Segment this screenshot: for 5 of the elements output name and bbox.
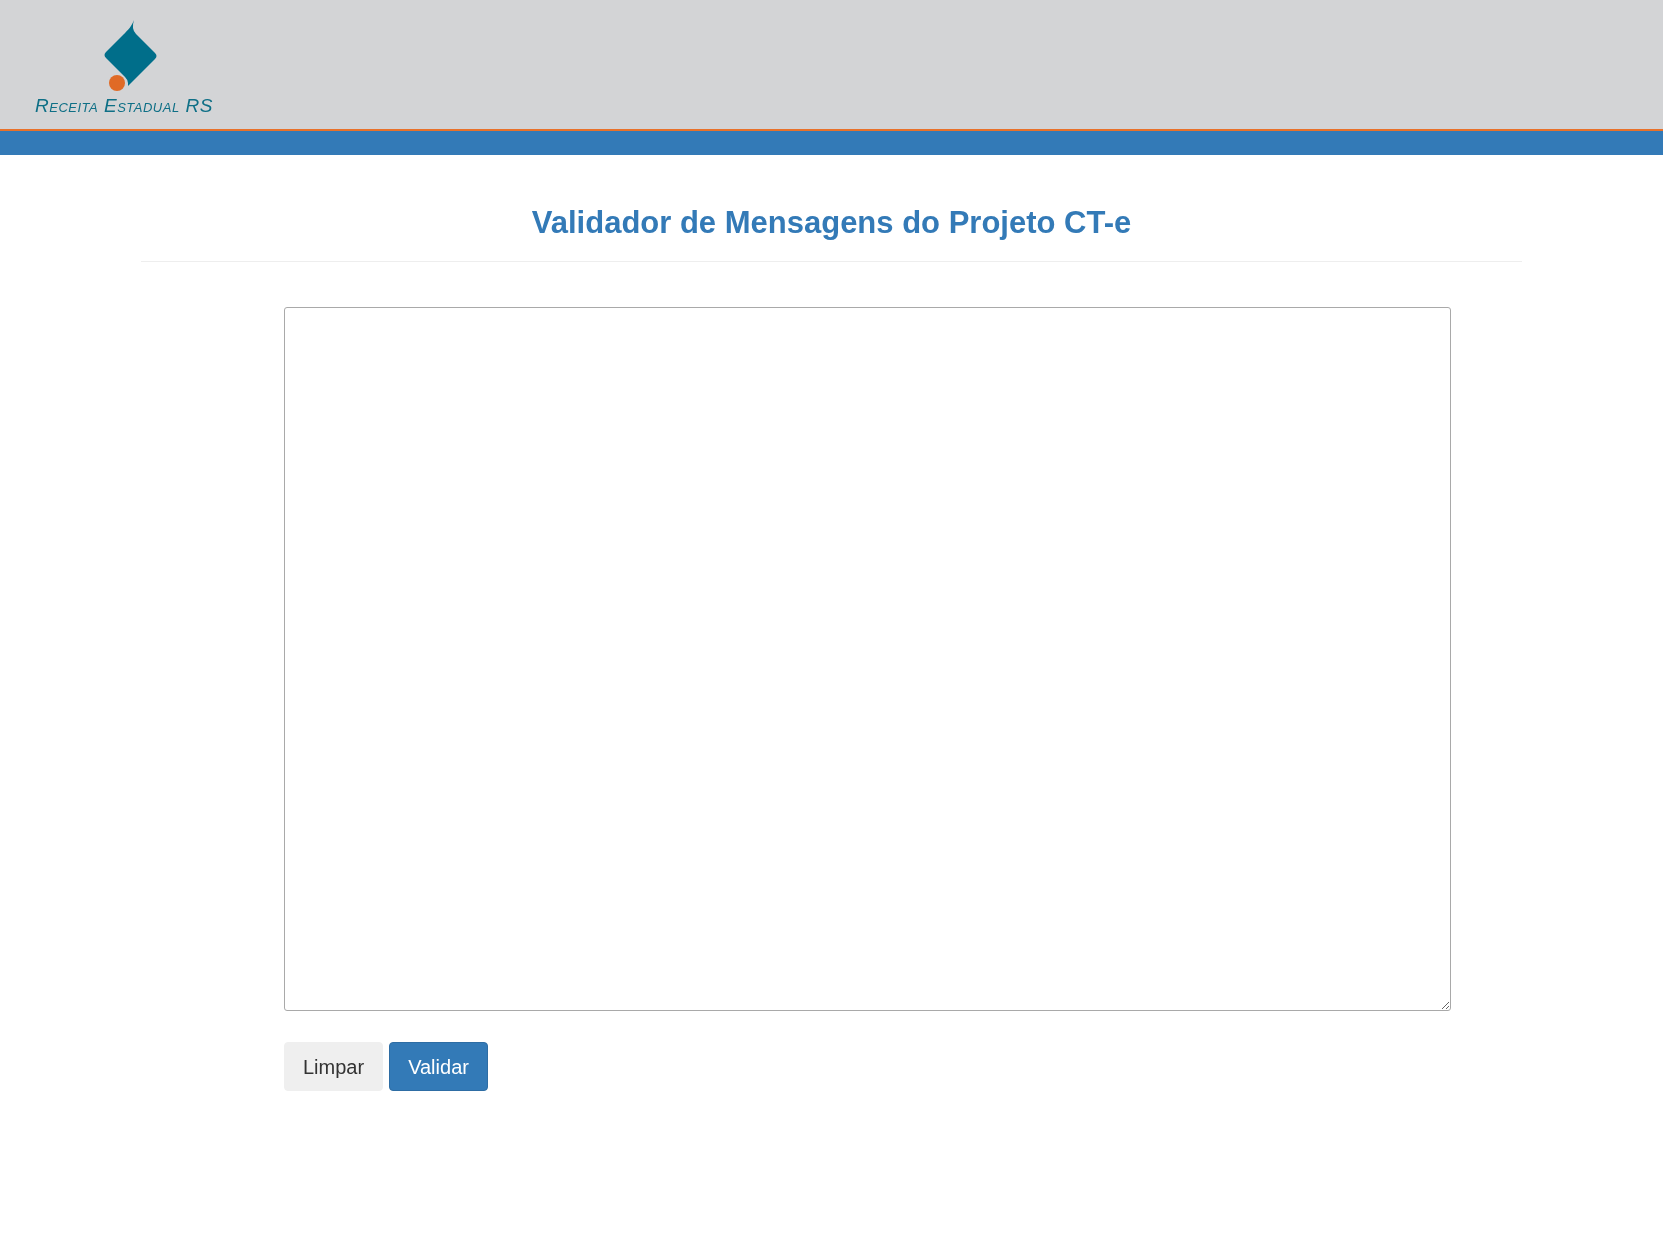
clear-button[interactable]: Limpar (284, 1042, 384, 1091)
page-title: Validador de Mensagens do Projeto CT-e (531, 204, 1132, 242)
validate-button[interactable]: Validar (389, 1042, 488, 1091)
message-field[interactable] (284, 307, 1451, 1011)
logo-text: Receita Estadual RS (35, 96, 214, 115)
